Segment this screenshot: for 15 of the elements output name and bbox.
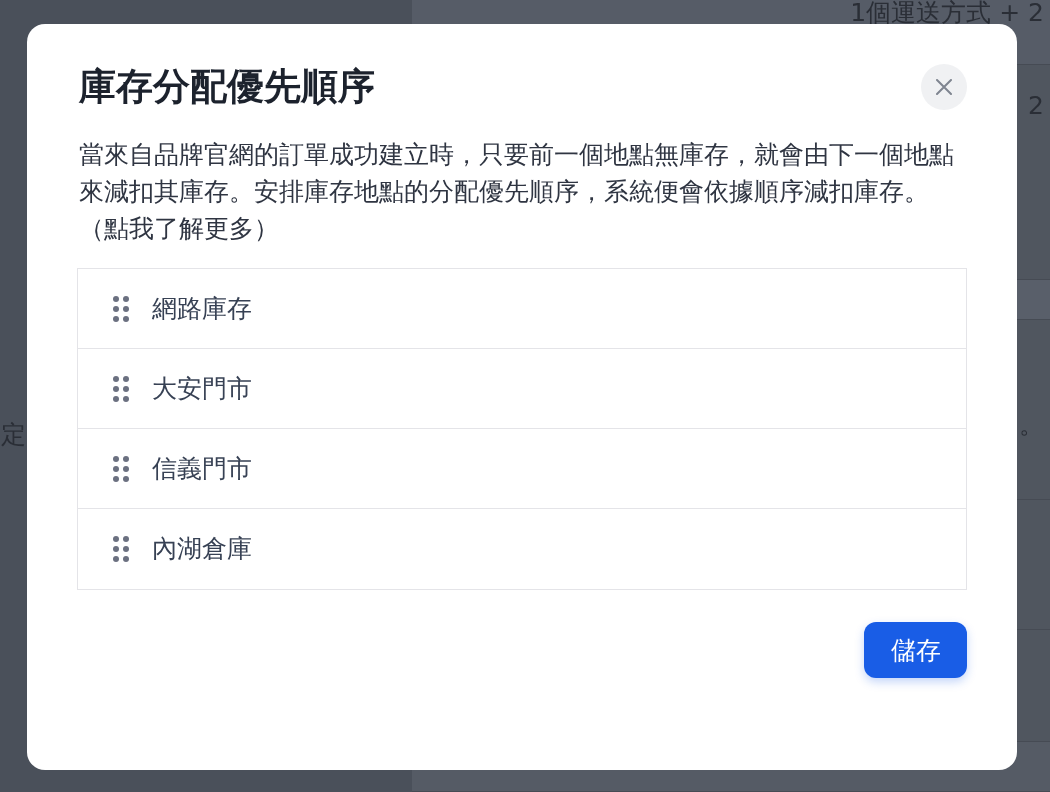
location-name: 信義門市 <box>152 453 252 484</box>
drag-handle-icon[interactable] <box>113 295 129 322</box>
dimmed-page-text: 。 <box>1019 412 1044 438</box>
close-icon <box>936 79 952 95</box>
close-button[interactable] <box>921 64 967 110</box>
drag-handle-icon[interactable] <box>113 536 129 562</box>
learn-more-link[interactable]: （點我了解更多） <box>79 214 279 243</box>
location-name: 內湖倉庫 <box>152 534 252 564</box>
drag-handle-icon[interactable] <box>113 375 129 402</box>
dialog-title: 庫存分配優先順序 <box>79 64 375 110</box>
drag-handle-icon[interactable] <box>113 455 129 482</box>
save-button[interactable]: 儲存 <box>864 622 967 678</box>
dialog-description: 當來自品牌官網的訂單成功建立時，只要前一個地點無庫存，就會由下一個地點來減扣其庫存。安排庫存地點的分配優先順序，系統便會依據順序減扣庫存。 （點我了解更多） <box>79 139 955 245</box>
location-name: 大安門市 <box>152 373 252 404</box>
location-name: 網路庫存 <box>152 293 252 324</box>
